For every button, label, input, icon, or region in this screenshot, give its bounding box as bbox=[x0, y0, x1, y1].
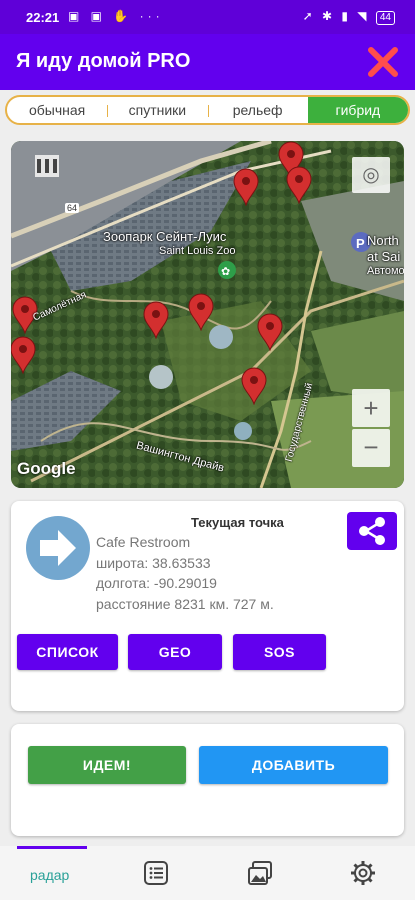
svg-text:P: P bbox=[356, 236, 365, 251]
add-button[interactable]: ДОБАВИТЬ bbox=[199, 746, 388, 784]
map-marker-8[interactable] bbox=[256, 313, 284, 351]
point-distance: расстояние 8231 км. 727 м. bbox=[96, 596, 274, 612]
share-button[interactable] bbox=[347, 512, 397, 550]
map-label-zoo-en: Saint Louis Zoo bbox=[159, 245, 236, 257]
list-icon[interactable] bbox=[143, 860, 169, 886]
share-icon bbox=[359, 517, 385, 545]
map-marker-6[interactable] bbox=[142, 301, 170, 339]
map-marker-7[interactable] bbox=[187, 293, 215, 331]
current-point-card: Текущая точка Cafe Restroom широта: 38.6… bbox=[11, 501, 404, 711]
geo-button[interactable]: GEO bbox=[128, 634, 222, 670]
notification-icons: ▣ ▣ ✋ ··· bbox=[68, 9, 164, 23]
active-tab-indicator bbox=[17, 846, 87, 849]
map-marker-9[interactable] bbox=[240, 367, 268, 405]
point-longitude: долгота: -90.29019 bbox=[96, 575, 217, 591]
map-type-hybrid[interactable]: гибрид bbox=[307, 97, 408, 123]
settings-icon[interactable] bbox=[350, 860, 376, 886]
map-label-auto: Автомо bbox=[367, 265, 404, 277]
actions-card: ИДЕМ! ДОБАВИТЬ bbox=[11, 724, 404, 836]
map-view[interactable]: P ✿ Зоопарк Сейнт-Луис Saint Louis Zoo N… bbox=[11, 141, 404, 488]
sos-button[interactable]: SOS bbox=[233, 634, 326, 670]
go-button[interactable]: ИДЕМ! bbox=[28, 746, 186, 784]
photos-icon[interactable] bbox=[247, 860, 273, 886]
bottom-navigation: радар bbox=[0, 846, 415, 900]
point-latitude: широта: 38.63533 bbox=[96, 555, 211, 571]
status-bar: 22:21 ▣ ▣ ✋ ··· ➚ ✱ ▮ ◥ 44 bbox=[0, 0, 415, 34]
current-point-title: Текущая точка bbox=[191, 515, 284, 530]
status-time: 22:21 bbox=[26, 10, 60, 25]
list-button[interactable]: СПИСОК bbox=[17, 634, 118, 670]
map-label-north: North bbox=[367, 233, 399, 248]
zoom-out-button[interactable]: − bbox=[352, 429, 390, 467]
map-type-terrain[interactable]: рельеф bbox=[207, 97, 308, 123]
point-name: Cafe Restroom bbox=[96, 534, 191, 550]
arrow-right-icon bbox=[40, 530, 76, 566]
signal-wifi-icons: ➚ ✱ ▮ ◥ bbox=[302, 9, 370, 23]
battery-icon: 44 bbox=[375, 11, 395, 25]
svg-text:✿: ✿ bbox=[221, 265, 230, 278]
my-location-button[interactable]: ◎ bbox=[352, 157, 390, 193]
close-icon[interactable] bbox=[365, 44, 401, 80]
app-title: Я иду домой PRO bbox=[16, 50, 191, 72]
map-label-zoo: Зоопарк Сейнт-Луис bbox=[103, 229, 227, 244]
google-logo: Google bbox=[17, 459, 76, 478]
map-type-satellite[interactable]: спутники bbox=[107, 97, 207, 123]
crosshair-icon: ◎ bbox=[362, 164, 380, 186]
map-marker-5[interactable] bbox=[11, 336, 37, 374]
map-label-north-2: at Sai bbox=[367, 249, 401, 264]
direction-arrow-icon bbox=[26, 516, 90, 580]
map-marker-2[interactable] bbox=[232, 168, 260, 206]
map-type-selector: обычная спутники рельеф гибрид bbox=[5, 95, 410, 125]
tab-radar[interactable]: радар bbox=[30, 867, 69, 883]
map-marker-3[interactable] bbox=[285, 166, 313, 204]
app-bar: Я иду домой PRO bbox=[0, 34, 415, 90]
system-icons: ➚ ✱ ▮ ◥ 44 bbox=[303, 9, 395, 25]
highway-shield: 64 bbox=[65, 203, 80, 213]
zoom-in-button[interactable]: + bbox=[352, 389, 390, 427]
map-type-normal[interactable]: обычная bbox=[7, 97, 107, 123]
